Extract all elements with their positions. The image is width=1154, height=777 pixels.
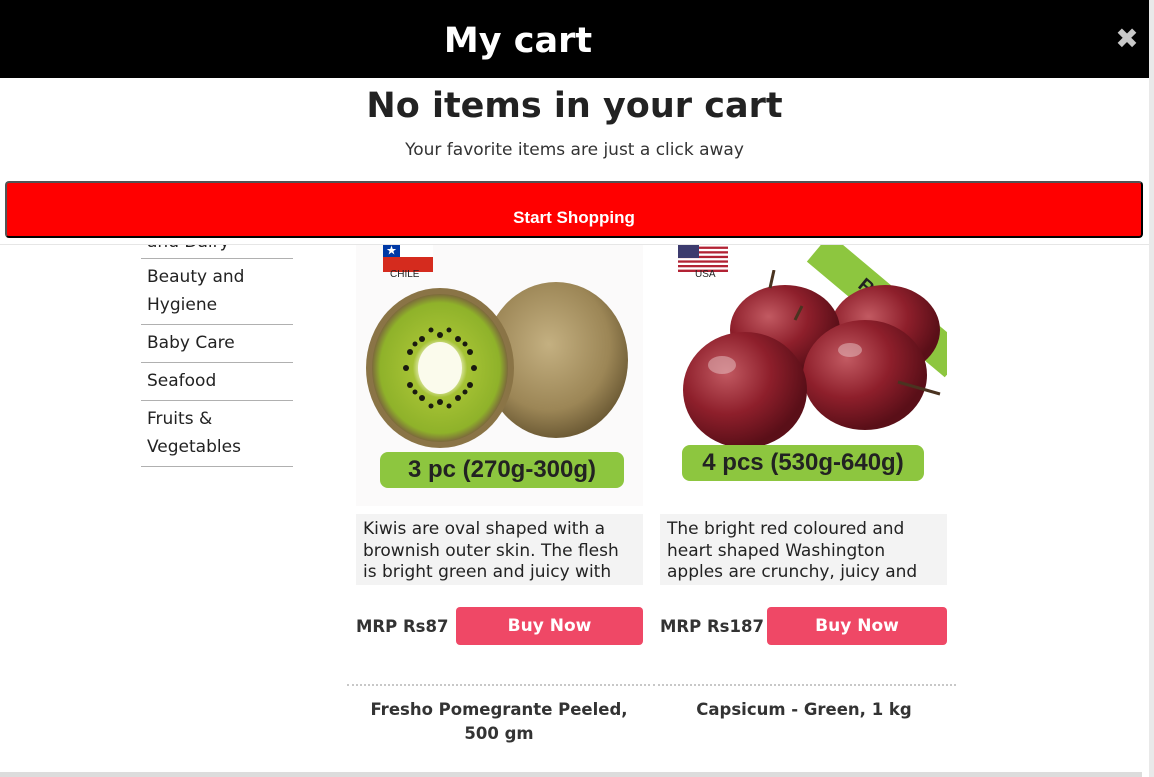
chile-flag-icon <box>383 242 433 272</box>
product-card-kiwi: CHILE 3 pc (270g-300g) Kiwis are oval sh… <box>356 240 643 645</box>
product-name[interactable]: Capsicum - Green, 1 kg <box>660 698 948 722</box>
start-shopping-button[interactable]: Start Shopping <box>5 181 1143 238</box>
product-description: Kiwis are oval shaped with a brownish ou… <box>356 514 643 585</box>
card-divider <box>653 684 956 686</box>
buy-now-button[interactable]: Buy Now <box>456 607 643 645</box>
quantity-label: 3 pc (270g-300g) <box>380 452 624 488</box>
close-icon[interactable]: ✖ <box>1112 24 1142 54</box>
product-price: MRP Rs87 <box>356 616 449 636</box>
sidebar-item-fruits-vegetables[interactable]: Fruits & Vegetables <box>141 401 293 467</box>
cart-title: My cart <box>443 21 593 61</box>
sidebar-item-beauty-hygiene[interactable]: Beauty and Hygiene <box>141 259 293 325</box>
kiwi-illustration <box>366 282 628 448</box>
apple-illustration <box>683 270 941 445</box>
usa-flag-icon <box>678 242 728 272</box>
sidebar-item-baby-care[interactable]: Baby Care <box>141 325 293 363</box>
buy-now-button[interactable]: Buy Now <box>767 607 947 645</box>
empty-cart-subtitle: Your favorite items are just a click awa… <box>405 140 744 160</box>
cart-empty-panel: No items in your cart Your favorite item… <box>0 78 1149 245</box>
cart-header: My cart ✖ <box>0 0 1149 78</box>
category-sidebar: and Dairy Beauty and Hygiene Baby Care S… <box>141 220 293 467</box>
product-description: The bright red coloured and heart shaped… <box>660 514 947 585</box>
sidebar-item-seafood[interactable]: Seafood <box>141 363 293 401</box>
price-row: MRP Rs87 Buy Now <box>356 607 643 645</box>
product-price: MRP Rs187 <box>660 616 764 636</box>
page-bottom-border <box>0 772 1142 777</box>
price-row: MRP Rs187 Buy Now <box>660 607 947 645</box>
scrollbar-track[interactable] <box>1149 0 1154 777</box>
empty-cart-heading: No items in your cart <box>366 86 783 126</box>
quantity-label: 4 pcs (530g-640g) <box>682 445 924 481</box>
apple-product-image[interactable]: Regular USA <box>660 240 947 506</box>
card-divider <box>347 684 650 686</box>
product-card-apple: Regular USA <box>660 240 947 645</box>
product-name[interactable]: Fresho Pomegrante Peeled, 500 gm <box>352 698 646 746</box>
kiwi-product-image[interactable]: CHILE 3 pc (270g-300g) <box>356 240 643 506</box>
